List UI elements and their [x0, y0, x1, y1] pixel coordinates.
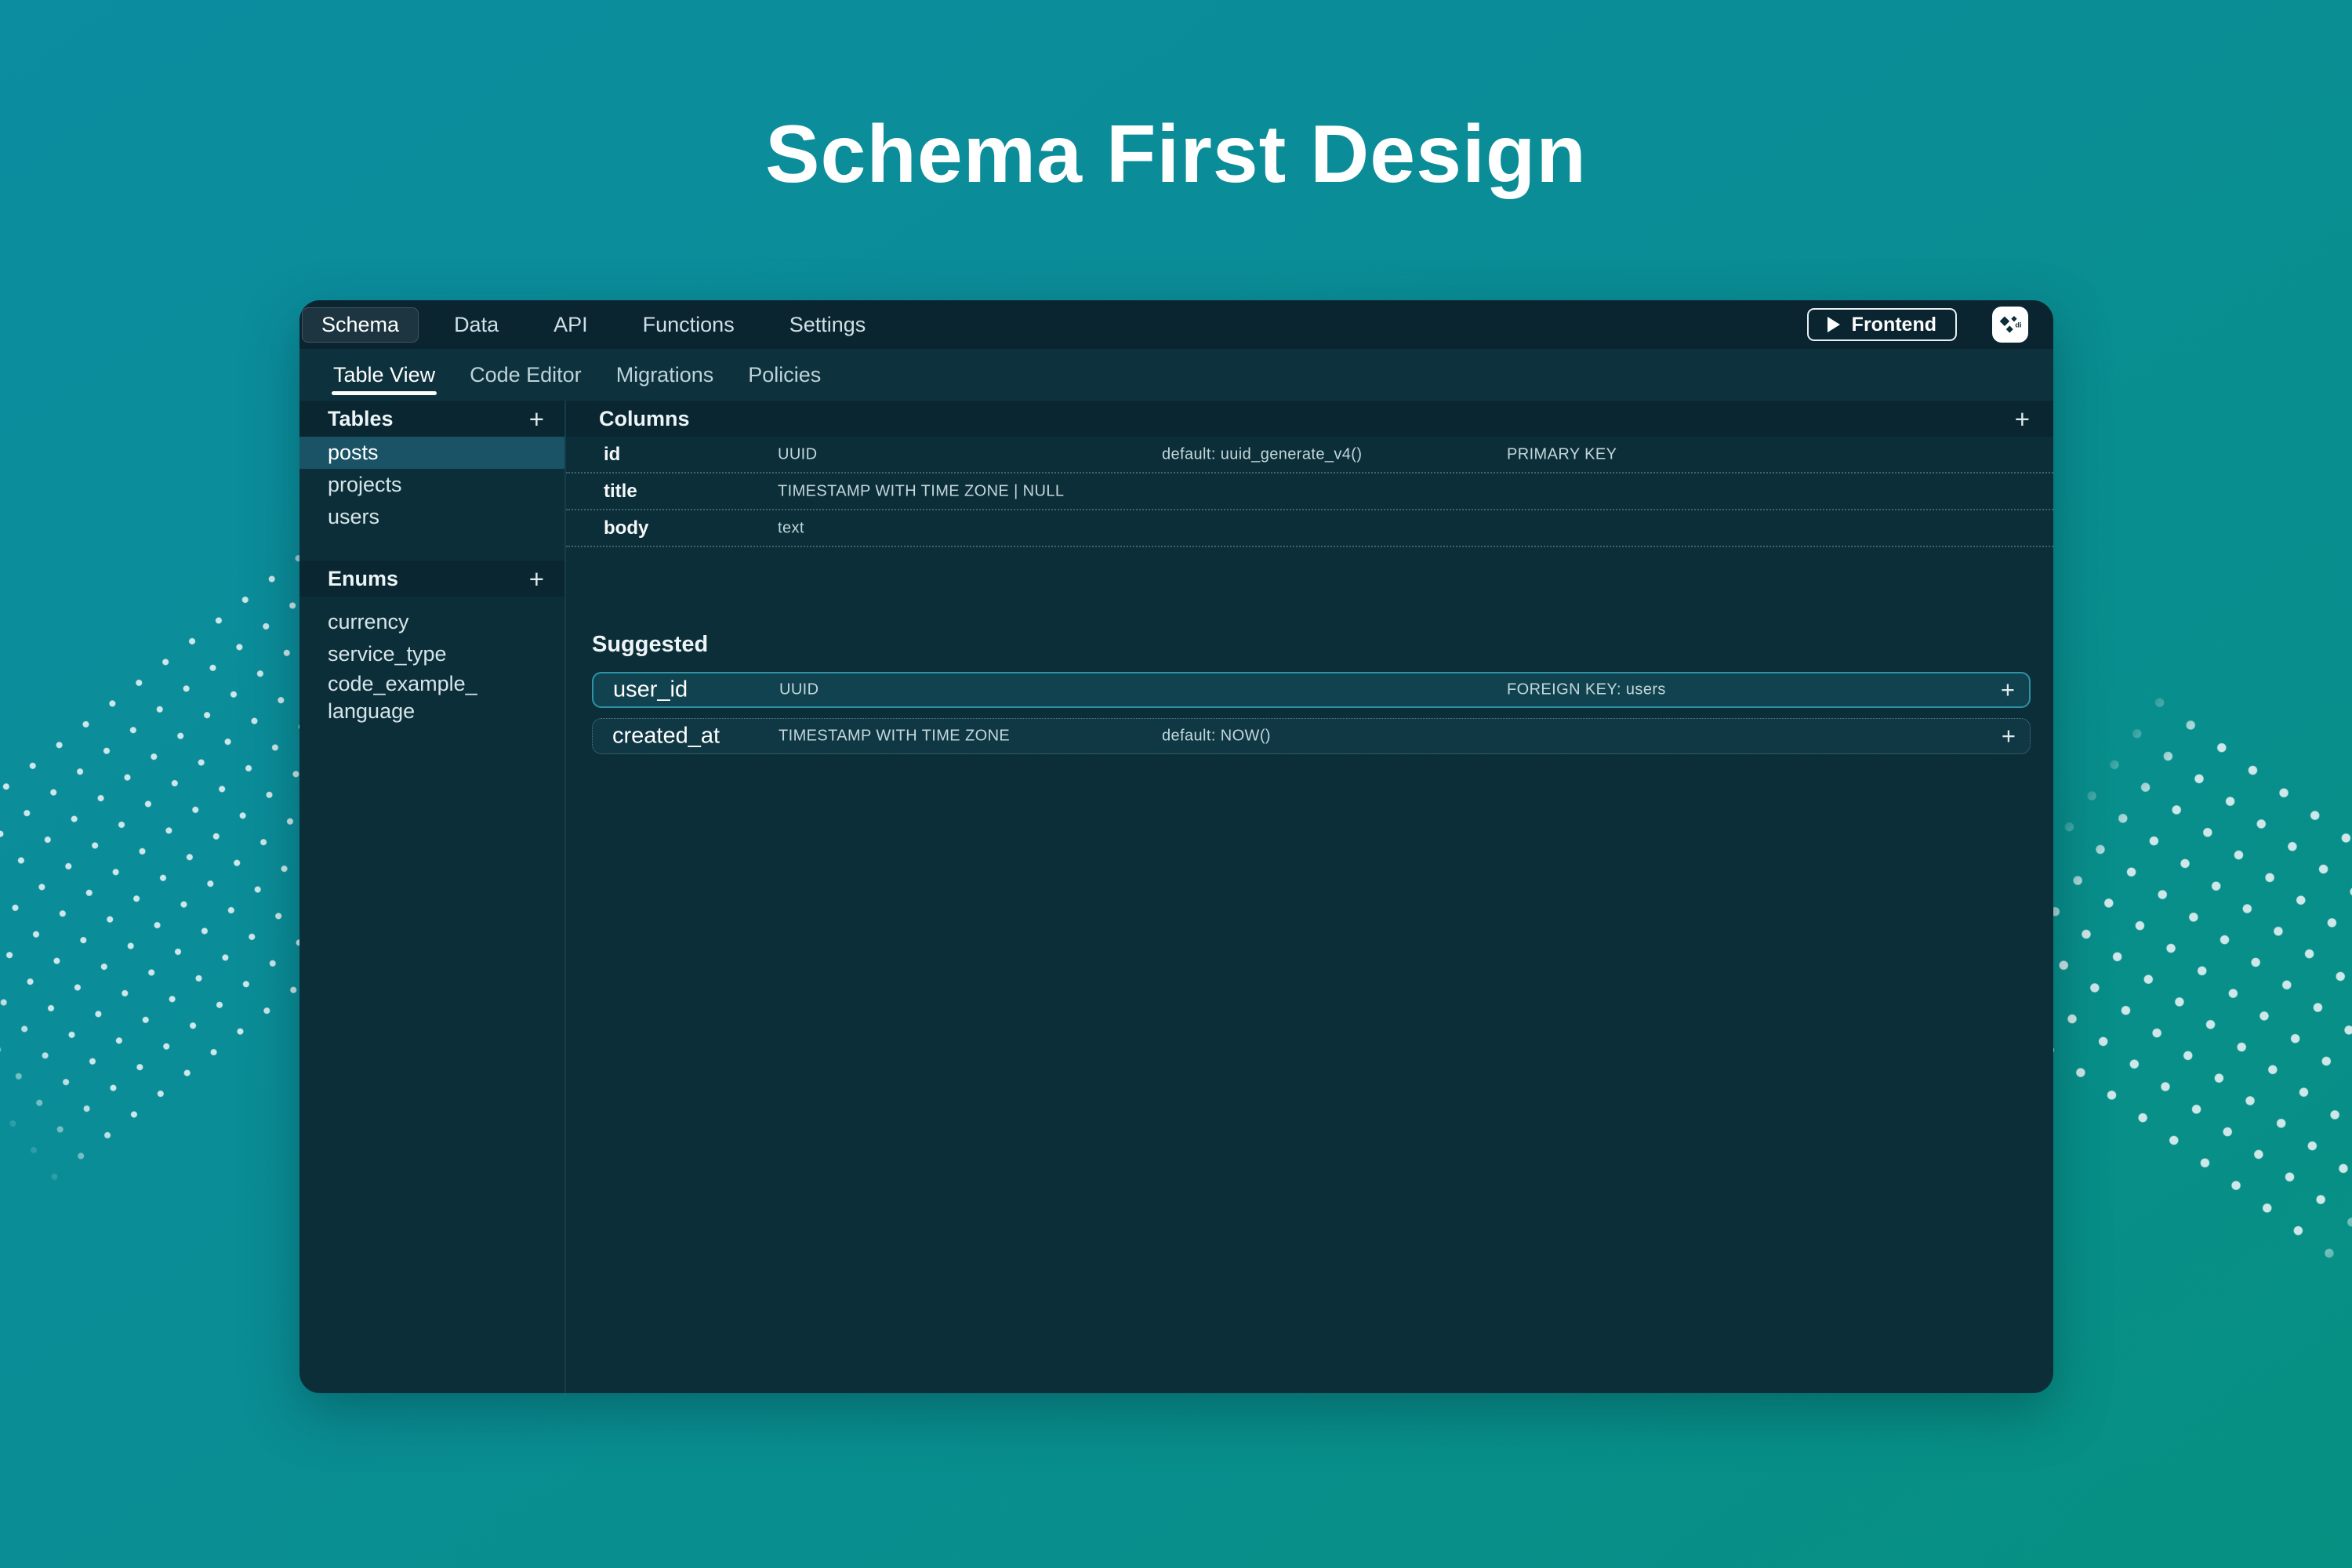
enums-section-header: Enums +: [299, 561, 564, 597]
brand-button[interactable]: di: [1992, 307, 2028, 343]
suggested-name: created_at: [612, 724, 720, 750]
suggested-type: TIMESTAMP WITH TIME ZONE: [779, 728, 1010, 746]
add-suggested-created-at-button[interactable]: +: [2002, 722, 2016, 750]
topbar-right-controls: Frontend di: [1807, 307, 2028, 343]
subtab-code-editor[interactable]: Code Editor: [470, 349, 582, 401]
tables-section-header: Tables +: [299, 401, 564, 437]
sidebar-item-code-example-language[interactable]: code_example_ language: [299, 670, 564, 725]
column-name: body: [604, 517, 648, 539]
column-name: title: [604, 481, 637, 503]
columns-header: Columns +: [566, 401, 2053, 437]
brand-text: di: [2015, 321, 2021, 329]
column-row-title[interactable]: title TIMESTAMP WITH TIME ZONE | NULL: [566, 474, 2053, 510]
play-icon: [1828, 317, 1840, 332]
column-type: text: [778, 519, 804, 537]
add-enum-button[interactable]: +: [529, 566, 544, 592]
sidebar: Tables + posts projects users Enums + cu…: [299, 401, 566, 1393]
sub-nav-bar: Table View Code Editor Migrations Polici…: [299, 349, 2053, 401]
tab-schema[interactable]: Schema: [302, 307, 419, 343]
enums-title: Enums: [328, 567, 529, 591]
columns-rows: id UUID default: uuid_generate_v4() PRIM…: [566, 437, 2053, 547]
enums-list: currency service_type code_example_ lang…: [299, 597, 564, 725]
sidebar-item-posts[interactable]: posts: [299, 437, 564, 469]
column-type: TIMESTAMP WITH TIME ZONE | NULL: [778, 482, 1064, 500]
column-row-body[interactable]: body text: [566, 510, 2053, 547]
enum-label-line1: code_example_: [328, 670, 549, 698]
enum-label: currency: [328, 608, 549, 636]
add-suggested-user-id-button[interactable]: +: [2001, 676, 2015, 704]
column-constraint: PRIMARY KEY: [1507, 445, 1617, 463]
brand-diamonds-icon: di: [1997, 311, 2024, 338]
tab-settings[interactable]: Settings: [789, 313, 866, 337]
suggested-type: UUID: [779, 681, 819, 699]
tab-api[interactable]: API: [554, 313, 588, 337]
top-nav-bar: Schema Data API Functions Settings Front…: [299, 300, 2053, 349]
columns-title: Columns: [599, 407, 2015, 431]
sidebar-item-currency[interactable]: currency: [299, 606, 564, 638]
suggested-title: Suggested: [592, 632, 2053, 658]
frontend-button[interactable]: Frontend: [1807, 308, 1957, 341]
suggested-default: default: NOW(): [1162, 728, 1271, 746]
enum-label-line2: language: [328, 698, 549, 725]
suggested-name: user_id: [613, 677, 688, 703]
column-default: default: uuid_generate_v4(): [1162, 445, 1362, 463]
columns-panel: Columns + id UUID default: uuid_generate…: [566, 401, 2053, 1393]
subtab-table-view[interactable]: Table View: [333, 349, 435, 401]
add-column-button[interactable]: +: [2015, 406, 2030, 432]
subtab-policies[interactable]: Policies: [748, 349, 821, 401]
top-nav-tabs: Schema Data API Functions Settings: [321, 307, 866, 343]
column-type: UUID: [778, 445, 818, 463]
app-body: Tables + posts projects users Enums + cu…: [299, 401, 2053, 1393]
suggested-row-created-at[interactable]: created_at TIMESTAMP WITH TIME ZONE defa…: [592, 718, 2031, 754]
sidebar-item-projects[interactable]: projects: [299, 469, 564, 501]
column-row-id[interactable]: id UUID default: uuid_generate_v4() PRIM…: [566, 437, 2053, 474]
suggested-constraint: FOREIGN KEY: users: [1507, 681, 1666, 699]
page-title: Schema First Design: [0, 108, 2352, 201]
enum-label: service_type: [328, 641, 549, 668]
tab-data[interactable]: Data: [454, 313, 499, 337]
frontend-button-label: Frontend: [1852, 314, 1936, 336]
sidebar-item-service-type[interactable]: service_type: [299, 638, 564, 670]
sidebar-item-users[interactable]: users: [299, 501, 564, 533]
app-window: Schema Data API Functions Settings Front…: [299, 300, 2053, 1393]
add-table-button[interactable]: +: [529, 406, 544, 432]
suggested-row-user-id[interactable]: user_id UUID FOREIGN KEY: users +: [592, 672, 2031, 708]
tables-title: Tables: [328, 407, 529, 431]
column-name: id: [604, 444, 620, 466]
tab-functions[interactable]: Functions: [643, 313, 735, 337]
subtab-migrations[interactable]: Migrations: [616, 349, 714, 401]
tables-list: posts projects users: [299, 437, 564, 533]
